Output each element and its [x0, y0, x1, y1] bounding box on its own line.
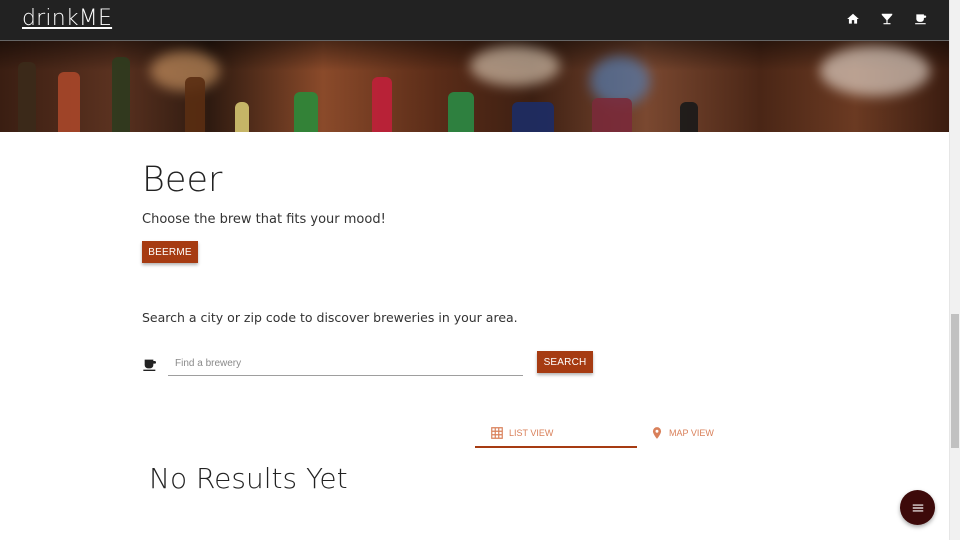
tab-map-view-label: MAP VIEW	[669, 428, 714, 438]
coffee-icon[interactable]	[914, 12, 928, 26]
tab-list-view-label: LIST VIEW	[509, 428, 554, 438]
floating-menu-button[interactable]	[900, 490, 935, 525]
cocktail-icon[interactable]	[880, 12, 894, 26]
grid-icon	[490, 426, 504, 440]
page-subtitle: Choose the brew that fits your mood!	[142, 212, 386, 227]
page-title: Beer	[142, 160, 223, 200]
map-pin-icon	[650, 426, 664, 440]
search-description: Search a city or zip code to discover br…	[142, 310, 518, 325]
hero-banner-image	[0, 41, 950, 132]
home-icon[interactable]	[846, 12, 860, 26]
scrollbar-thumb[interactable]	[951, 314, 959, 448]
brand-logo-link[interactable]: drinkME	[22, 6, 112, 31]
top-navbar: drinkME	[0, 0, 950, 41]
beerme-button[interactable]: BEERME	[142, 241, 198, 263]
brewery-search-input[interactable]	[168, 352, 523, 376]
tab-map-view[interactable]: MAP VIEW	[650, 420, 760, 446]
menu-icon	[900, 501, 935, 515]
search-button[interactable]: SEARCH	[537, 351, 593, 373]
no-results-heading: No Results Yet	[149, 462, 348, 495]
tab-list-view[interactable]: LIST VIEW	[475, 420, 637, 448]
coffee-cup-icon	[142, 357, 158, 373]
page-scrollbar[interactable]	[949, 0, 960, 540]
nav-icon-group	[846, 12, 928, 26]
